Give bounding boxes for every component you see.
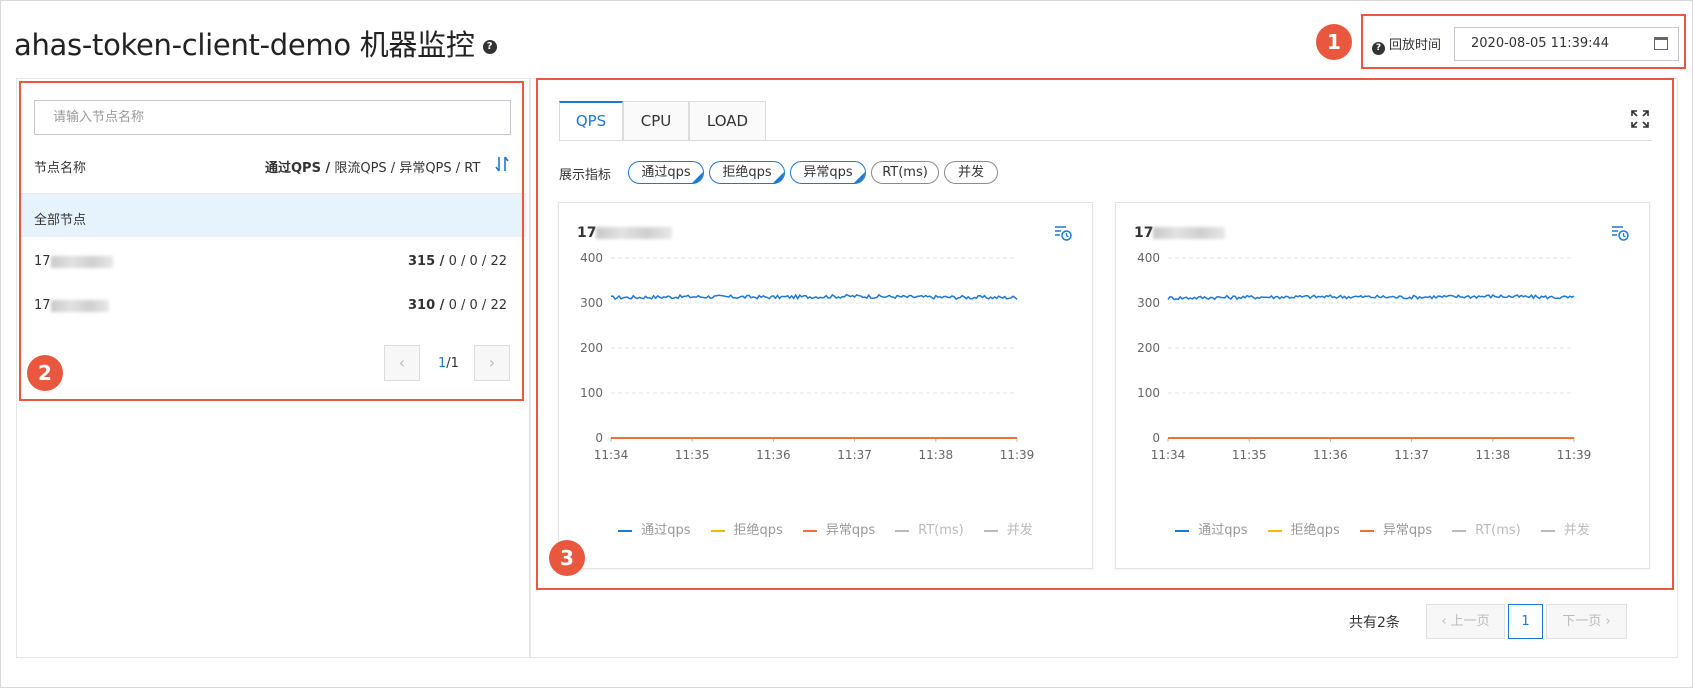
prev-page-label: 上一页 xyxy=(1450,614,1490,629)
total-count: 共有2条 xyxy=(1349,615,1400,631)
annotation-badge-2: 2 xyxy=(27,355,63,391)
chevron-left-icon: ‹ xyxy=(1441,614,1451,629)
page-title-text: ahas-token-client-demo 机器监控 xyxy=(14,28,475,62)
annotation-badge-1: 1 xyxy=(1316,24,1352,60)
prev-page-button[interactable]: ‹ 上一页 xyxy=(1426,604,1505,639)
chevron-right-icon: › xyxy=(1601,614,1611,629)
annotation-badge-3: 3 xyxy=(549,540,585,576)
annotation-box-2 xyxy=(19,81,524,401)
page-number-current[interactable]: 1 xyxy=(1508,604,1543,639)
divider xyxy=(16,657,1678,658)
annotation-box-3 xyxy=(536,78,1674,590)
next-page-button[interactable]: 下一页 › xyxy=(1546,604,1627,639)
page-title: ahas-token-client-demo 机器监控? xyxy=(14,22,497,64)
next-page-label: 下一页 xyxy=(1562,614,1602,629)
question-circle-icon[interactable]: ? xyxy=(482,40,497,54)
annotation-box-1 xyxy=(1361,14,1686,69)
